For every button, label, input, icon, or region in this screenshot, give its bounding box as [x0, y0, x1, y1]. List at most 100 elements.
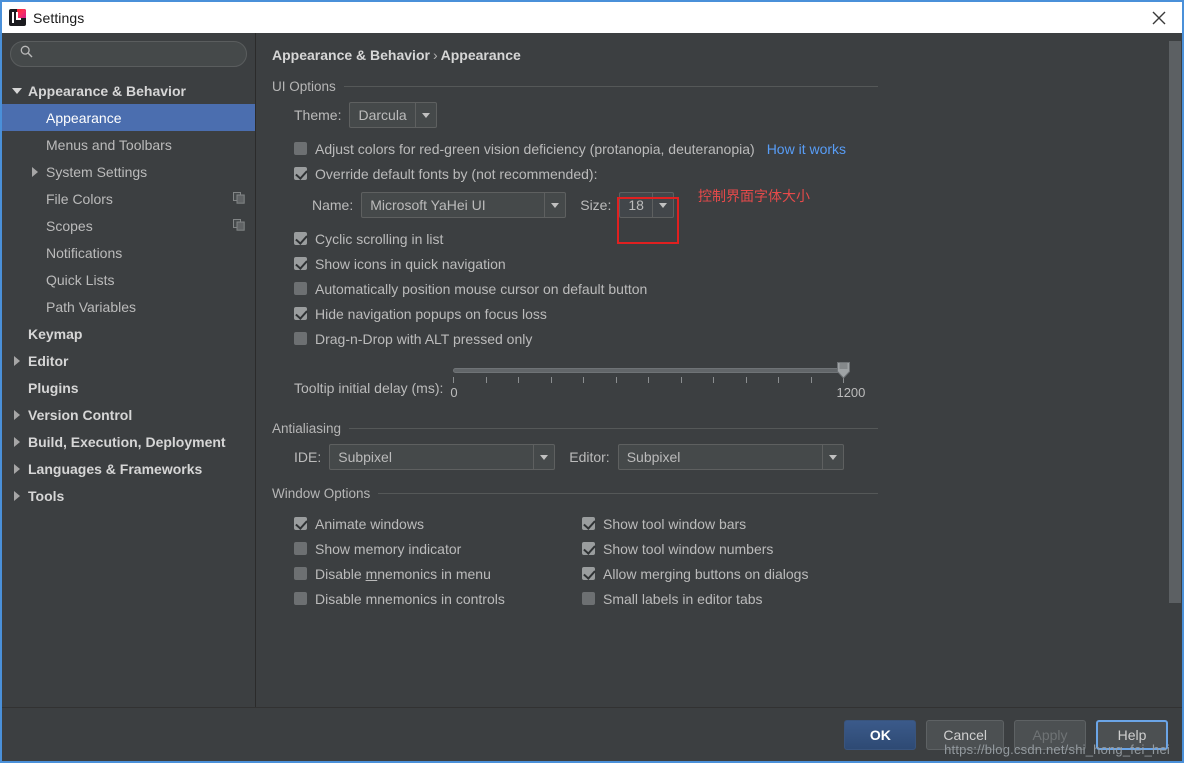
checkbox-automatically-position-mouse-cursor-on-default-button[interactable]	[294, 282, 307, 295]
sidebar-item-label: Plugins	[28, 379, 79, 396]
search-box[interactable]	[10, 41, 247, 67]
checkbox-row-hide-navigation-popups-on-focus-loss: Hide navigation popups on focus loss	[294, 301, 1182, 326]
sidebar-item-appearance-behavior[interactable]: Appearance & Behavior	[2, 77, 255, 104]
settings-content: Appearance & Behavior › Appearance UI Opti…	[256, 33, 1182, 707]
ok-button[interactable]: OK	[844, 719, 917, 750]
sidebar-item-path-variables[interactable]: Path Variables	[2, 293, 255, 320]
window-title: Settings	[33, 9, 85, 26]
checkbox-animate-windows[interactable]	[294, 517, 307, 530]
sidebar-item-label: Tools	[28, 487, 65, 504]
checkbox-label-animate-windows: Animate windows	[315, 515, 424, 532]
slider-thumb[interactable]	[837, 362, 851, 379]
copy-icon	[233, 218, 245, 231]
checkbox-row-disable-mnemonics-in-menu: Disable mnemonics in menu	[294, 561, 582, 586]
checkbox-show-icons-in-quick-navigation[interactable]	[294, 257, 307, 270]
sidebar-item-menus-and-toolbars[interactable]: Menus and Toolbars	[2, 131, 255, 158]
sidebar-item-scopes[interactable]: Scopes	[2, 212, 255, 239]
checkbox-hide-navigation-popups-on-focus-loss[interactable]	[294, 307, 307, 320]
font-size-value: 18	[628, 197, 644, 213]
sidebar-item-notifications[interactable]: Notifications	[2, 239, 255, 266]
sidebar-item-label: Notifications	[46, 244, 123, 261]
sidebar-item-file-colors[interactable]: File Colors	[2, 185, 255, 212]
tooltip-delay-row: Tooltip initial delay (ms): 0 1200	[294, 362, 1182, 407]
sidebar-item-editor[interactable]: Editor	[2, 347, 255, 374]
copy-icon[interactable]	[233, 191, 245, 207]
checkbox-label-small-labels-in-editor-tabs: Small labels in editor tabs	[603, 590, 763, 607]
antialiasing-ide-value: Subpixel	[338, 449, 392, 465]
checkbox-row-automatically-position-mouse-cursor-on-default-button: Automatically position mouse cursor on d…	[294, 276, 1182, 301]
chevron-right-icon[interactable]	[12, 436, 24, 448]
theme-label: Theme:	[294, 107, 342, 123]
tooltip-delay-slider[interactable]: 0 1200	[450, 362, 865, 407]
sidebar-item-label: System Settings	[46, 163, 148, 180]
search-container	[2, 41, 255, 73]
adjust-colors-row: Adjust colors for red-green vision defic…	[294, 136, 1182, 161]
sidebar-item-plugins[interactable]: Plugins	[2, 374, 255, 401]
adjust-colors-checkbox[interactable]	[294, 142, 307, 155]
adjust-colors-label: Adjust colors for red-green vision defic…	[315, 140, 755, 157]
font-size-select[interactable]: 18	[619, 192, 674, 218]
checkbox-show-tool-window-bars[interactable]	[582, 517, 595, 530]
group-label: Antialiasing	[272, 421, 342, 436]
sidebar-item-quick-lists[interactable]: Quick Lists	[2, 266, 255, 293]
chevron-right-icon[interactable]	[12, 355, 24, 367]
checkbox-cyclic-scrolling-in-list[interactable]	[294, 232, 307, 245]
checkbox-show-memory-indicator[interactable]	[294, 542, 307, 555]
checkbox-drag-n-drop-with-alt-pressed-only[interactable]	[294, 332, 307, 345]
sidebar-item-version-control[interactable]: Version Control	[2, 401, 255, 428]
sidebar-item-system-settings[interactable]: System Settings	[2, 158, 255, 185]
search-input[interactable]	[39, 46, 237, 62]
close-button[interactable]	[1136, 2, 1182, 33]
font-name-select[interactable]: Microsoft YaHei UI	[361, 192, 567, 218]
checkbox-disable-mnemonics-in-menu[interactable]	[294, 567, 307, 580]
antialiasing-row: IDE: Subpixel Editor: Subpixel	[272, 444, 1182, 470]
ui-options-content: Theme: Darcula Adjust colors for red-gre…	[272, 102, 1182, 407]
antialiasing-editor-value: Subpixel	[626, 449, 681, 465]
scrollbar-thumb[interactable]	[1169, 41, 1181, 603]
checkbox-show-tool-window-numbers[interactable]	[582, 542, 595, 555]
checkbox-small-labels-in-editor-tabs[interactable]	[582, 592, 595, 605]
slider-min-label: 0	[450, 385, 458, 400]
checkbox-allow-merging-buttons-on-dialogs[interactable]	[582, 567, 595, 580]
checkbox-label-show-icons-in-quick-navigation: Show icons in quick navigation	[315, 255, 506, 272]
how-it-works-link[interactable]: How it works	[767, 141, 846, 157]
tooltip-delay-label: Tooltip initial delay (ms):	[294, 380, 444, 396]
checkbox-label-show-memory-indicator: Show memory indicator	[315, 540, 462, 557]
antialiasing-editor-select[interactable]: Subpixel	[617, 444, 844, 470]
chevron-right-icon[interactable]	[12, 463, 24, 475]
sidebar-item-tools[interactable]: Tools	[2, 482, 255, 509]
checkbox-label-automatically-position-mouse-cursor-on-default-button: Automatically position mouse cursor on d…	[315, 280, 648, 297]
sidebar-item-languages-frameworks[interactable]: Languages & Frameworks	[2, 455, 255, 482]
checkbox-row-drag-n-drop-with-alt-pressed-only: Drag-n-Drop with ALT pressed only	[294, 326, 1182, 351]
settings-tree: Appearance & Behavior Appearance Menus and…	[2, 73, 255, 509]
sidebar-item-label: Languages & Frameworks	[28, 460, 203, 477]
chevron-down-icon	[414, 103, 436, 127]
content-scrollbar[interactable]	[1168, 33, 1182, 707]
antialiasing-ide-select[interactable]: Subpixel	[329, 444, 556, 470]
sidebar-item-keymap[interactable]: Keymap	[2, 320, 255, 347]
sidebar-item-label: Path Variables	[46, 298, 137, 315]
group-divider	[343, 86, 878, 87]
breadcrumb-leaf: Appearance	[440, 47, 521, 63]
antialiasing-ide-label: IDE:	[294, 449, 322, 465]
override-fonts-checkbox[interactable]	[294, 167, 307, 180]
chevron-right-icon[interactable]	[12, 409, 24, 421]
breadcrumb: Appearance & Behavior › Appearance	[256, 33, 1182, 63]
intellij-idea-icon	[9, 9, 26, 26]
copy-icon[interactable]	[233, 218, 245, 234]
checkbox-disable-mnemonics-in-controls[interactable]	[294, 592, 307, 605]
antialiasing-editor-label: Editor:	[569, 449, 610, 465]
sidebar-item-build-execution-deployment[interactable]: Build, Execution, Deployment	[2, 428, 255, 455]
chevron-right-icon[interactable]	[12, 490, 24, 502]
sidebar-item-label: Version Control	[28, 406, 133, 423]
theme-select[interactable]: Darcula	[349, 102, 437, 128]
chevron-right-icon[interactable]	[30, 166, 42, 178]
chevron-down-icon[interactable]	[12, 85, 24, 97]
group-antialiasing: Antialiasing IDE: Subpixel Editor: Subpi…	[272, 421, 1182, 470]
chevron-down-icon	[533, 445, 554, 469]
sidebar-item-appearance[interactable]: Appearance	[2, 104, 255, 131]
